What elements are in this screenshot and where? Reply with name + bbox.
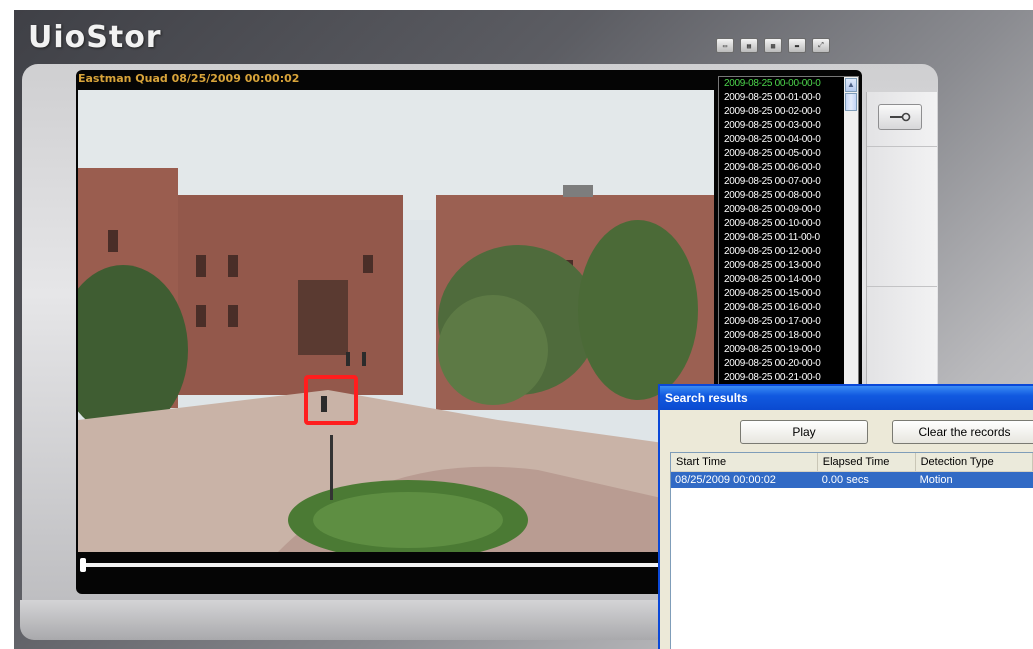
playback-slider-track[interactable] [82,563,662,567]
recording-list-item[interactable]: 2009-08-25 00-15-00-0 [719,287,858,301]
camera-label: Eastman Quad 08/25/2009 00:00:02 [78,72,300,85]
recordings-scrollbar[interactable]: ▲ [844,77,858,385]
dialog-title: Search results [660,386,1033,410]
recording-list-item[interactable]: 2009-08-25 00-21-00-0 [719,371,858,385]
search-results-dialog: Search results Play Clear the records St… [658,384,1033,649]
play-button[interactable]: Play [740,420,868,444]
column-header-start-time[interactable]: Start Time [671,453,818,471]
scroll-up-icon[interactable]: ▲ [845,78,857,92]
recording-list-item[interactable]: 2009-08-25 00-06-00-0 [719,161,858,175]
tools-button[interactable] [878,104,922,130]
column-header-elapsed-time[interactable]: Elapsed Time [818,453,916,471]
layout-9-icon[interactable]: ▩ [764,38,782,53]
cell-start-time: 08/25/2009 00:00:02 [675,474,776,486]
divider [867,146,937,147]
recording-list-item[interactable]: 2009-08-25 00-02-00-0 [719,105,858,119]
recording-list-item[interactable]: 2009-08-25 00-07-00-0 [719,175,858,189]
recording-list-item[interactable]: 2009-08-25 00-19-00-0 [719,343,858,357]
campus-scene-image [78,90,714,552]
recording-list-item[interactable]: 2009-08-25 00-17-00-0 [719,315,858,329]
recording-list-item[interactable]: 2009-08-25 00-09-00-0 [719,203,858,217]
table-row[interactable]: 08/25/2009 00:00:02 0.00 secs Motion [671,472,1033,488]
wrench-icon [890,112,911,122]
recording-list-item[interactable]: 2009-08-25 00-05-00-0 [719,147,858,161]
layout-4-icon[interactable]: ▦ [740,38,758,53]
player-frame-bottom [20,600,670,640]
recording-list-item[interactable]: 2009-08-25 00-08-00-0 [719,189,858,203]
cell-detection-type: Motion [919,474,953,486]
playback-slider-thumb[interactable] [80,558,86,572]
divider [867,286,937,287]
recording-list-item[interactable]: 2009-08-25 00-12-00-0 [719,245,858,259]
recordings-items: 2009-08-25 00-00-00-0 2009-08-25 00-01-00… [719,77,858,385]
column-header-detection-type[interactable]: Detection Type [916,453,1033,471]
results-table: Start Time Elapsed Time Detection Type 0… [670,452,1033,649]
recording-list-item[interactable]: 2009-08-25 00-20-00-0 [719,357,858,371]
recording-list-item[interactable]: 2009-08-25 00-03-00-0 [719,119,858,133]
recording-list-item[interactable]: 2009-08-25 00-04-00-0 [719,133,858,147]
monitor-icon[interactable]: ▬ [788,38,806,53]
layout-1-icon[interactable]: ▭ [716,38,734,53]
recording-list-item[interactable]: 2009-08-25 00-16-00-0 [719,301,858,315]
recording-list-item[interactable]: 2009-08-25 00-13-00-0 [719,259,858,273]
recording-list-item[interactable]: 2009-08-25 00-18-00-0 [719,329,858,343]
app-logo: UioStor [28,20,162,55]
recording-list-item[interactable]: 2009-08-25 00-00-00-0 [719,77,858,91]
recording-list-item[interactable]: 2009-08-25 00-10-00-0 [719,217,858,231]
clear-records-button[interactable]: Clear the records [892,420,1033,444]
recording-list-item[interactable]: 2009-08-25 00-11-00-0 [719,231,858,245]
scroll-thumb[interactable] [845,93,857,111]
camera-video-frame[interactable] [78,90,714,552]
recording-list-item[interactable]: 2009-08-25 00-01-00-0 [719,91,858,105]
toolbar: ▭ ▦ ▩ ▬ ⤢ [716,38,830,53]
table-header: Start Time Elapsed Time Detection Type [671,453,1033,472]
recordings-list[interactable]: 2009-08-25 00-00-00-0 2009-08-25 00-01-00… [718,76,859,386]
fullscreen-icon[interactable]: ⤢ [812,38,830,53]
recording-list-item[interactable]: 2009-08-25 00-14-00-0 [719,273,858,287]
cell-elapsed-time: 0.00 secs [821,474,869,486]
